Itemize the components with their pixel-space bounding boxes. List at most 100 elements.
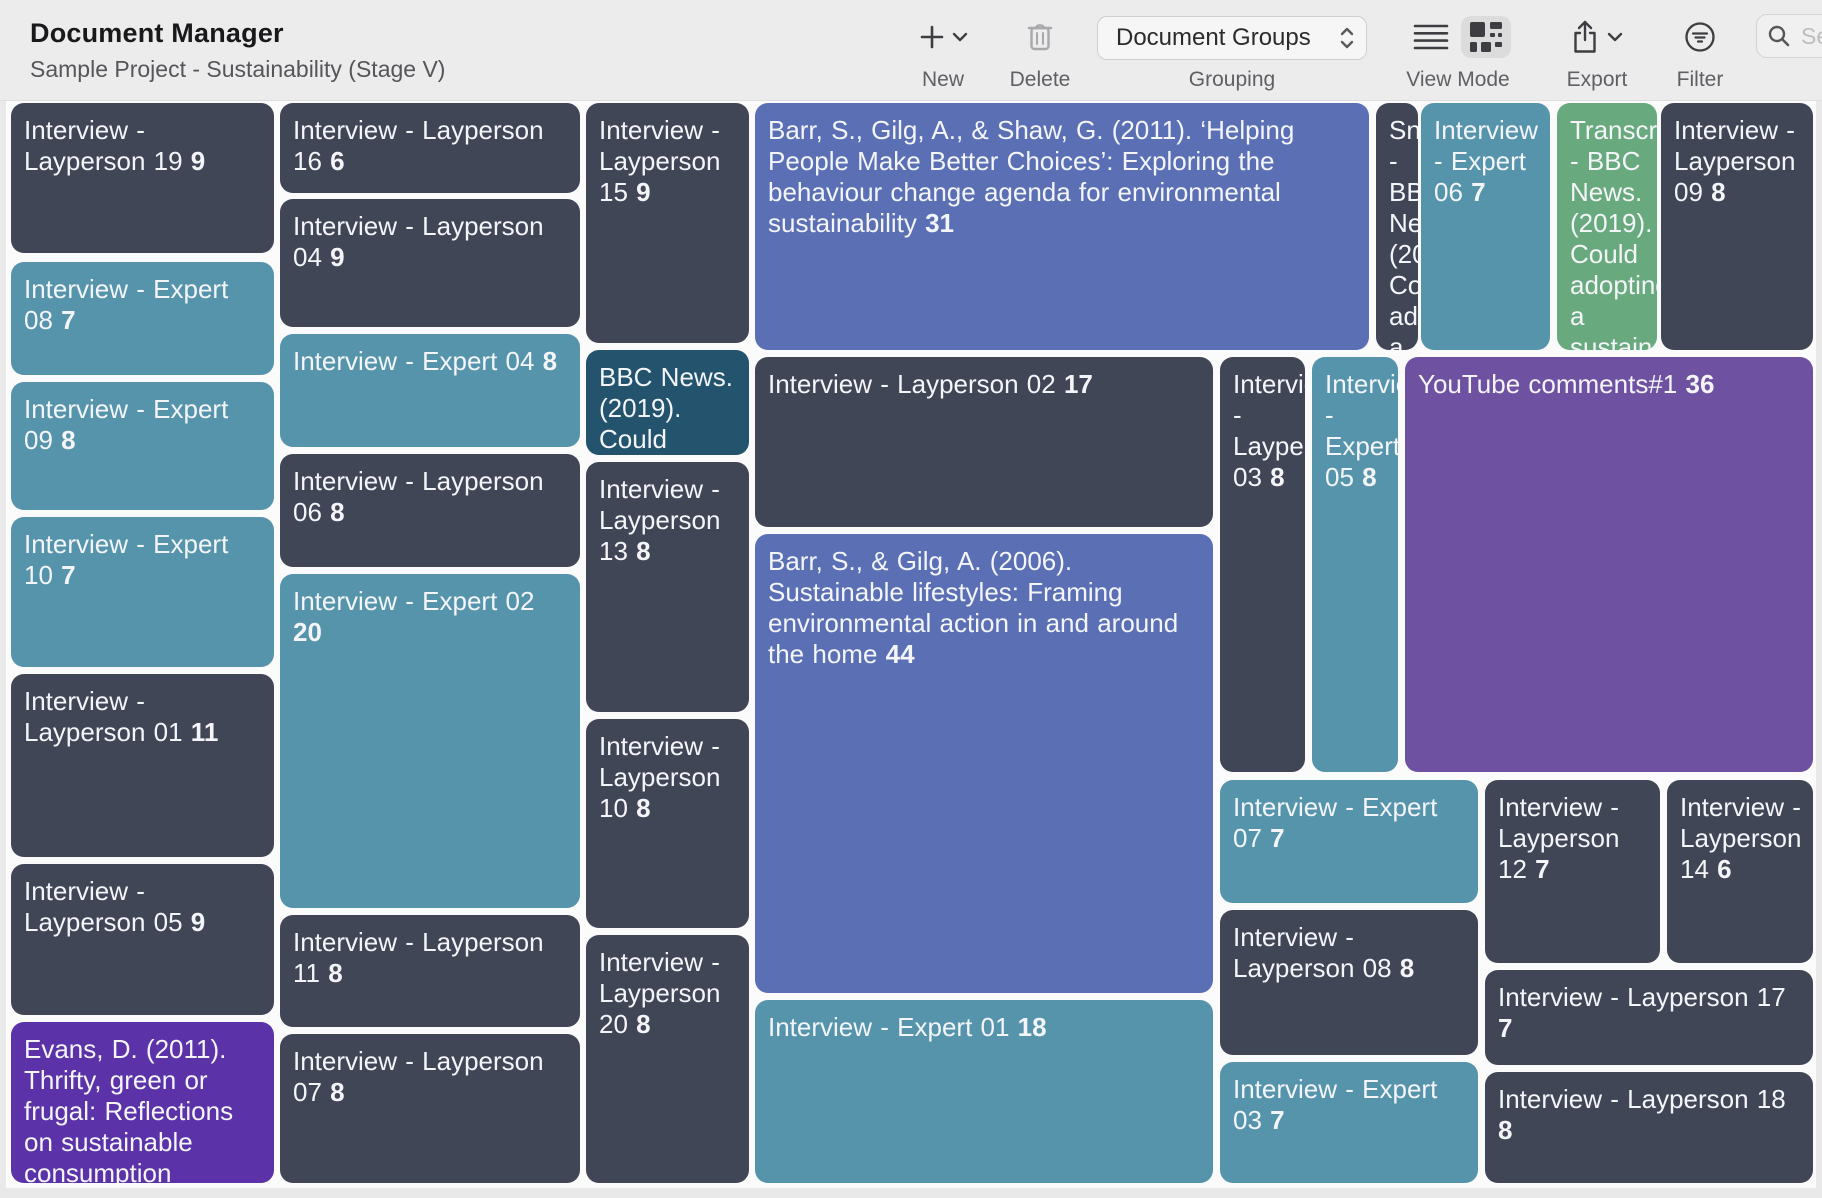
treemap-tile[interactable]: Interview - Expert 05 8 (1312, 357, 1398, 772)
search-box[interactable] (1756, 14, 1822, 58)
treemap-tile[interactable]: Interview - Expert 01 18 (755, 1000, 1213, 1183)
tile-count: 7 (1270, 823, 1284, 853)
tile-count: 9 (330, 242, 344, 272)
treemap-tile[interactable]: Interview - Layperson 16 6 (280, 103, 580, 193)
treemap-tile[interactable]: Interview - Layperson 20 8 (586, 935, 749, 1183)
tile-title: Snapshot - BBC News. (2019). Could adopt… (1389, 115, 1418, 350)
treemap-tile[interactable]: Interview - Layperson 08 8 (1220, 910, 1478, 1055)
grouping-label: Grouping (1097, 68, 1367, 92)
document-treemap: Interview - Layperson 19 9Interview - Ex… (0, 0, 1822, 1198)
tile-count: 8 (636, 1009, 650, 1039)
treemap-icon (1469, 21, 1503, 53)
page-subtitle: Sample Project - Sustainability (Stage V… (30, 56, 445, 83)
chevron-down-icon (1607, 31, 1623, 43)
treemap-tile[interactable]: Interview - Layperson 12 7 (1485, 780, 1660, 963)
plus-icon (918, 23, 946, 51)
treemap-tile[interactable]: Interview - Layperson 07 8 (280, 1034, 580, 1183)
export-group: Export (1552, 0, 1642, 100)
treemap-tile[interactable]: Interview - Layperson 09 8 (1661, 103, 1813, 350)
tile-count: 8 (636, 793, 650, 823)
delete-group: Delete (998, 0, 1082, 100)
export-button[interactable] (1563, 15, 1631, 59)
treemap-tile[interactable]: Interview - Layperson 14 6 (1667, 780, 1813, 963)
treemap-tile[interactable]: Snapshot - BBC News. (2019). Could adopt… (1376, 103, 1418, 350)
tile-count: 8 (1498, 1115, 1512, 1145)
delete-button[interactable] (1017, 16, 1063, 58)
new-group: New (898, 0, 988, 100)
tile-title: Evans, D. (2011). Thrifty, green or frug… (24, 1034, 233, 1183)
treemap-tile[interactable]: Evans, D. (2011). Thrifty, green or frug… (11, 1022, 274, 1183)
page-title: Document Manager (30, 18, 445, 49)
view-mode-group: View Mode (1385, 0, 1531, 100)
tile-count: 8 (1711, 177, 1725, 207)
tile-count: 9 (191, 907, 205, 937)
tile-title: Interview - Layperson 17 (1498, 982, 1786, 1012)
treemap-tile[interactable]: Interview - Layperson 03 8 (1220, 357, 1305, 772)
tile-title: Interview - Layperson 10 (599, 731, 720, 823)
filter-button[interactable] (1676, 16, 1724, 58)
tile-title: Interview - Expert 06 (1434, 115, 1538, 207)
tile-title: Interview - Expert 08 (24, 274, 228, 335)
treemap-tile[interactable]: Interview - Expert 04 8 (280, 334, 580, 447)
tile-count: 9 (191, 146, 205, 176)
search-input[interactable] (1799, 22, 1822, 51)
treemap-tile[interactable]: Interview - Expert 06 7 (1421, 103, 1550, 350)
treemap-tile[interactable]: Interview - Layperson 10 8 (586, 719, 749, 928)
new-button[interactable] (910, 18, 976, 56)
treemap-tile[interactable]: Interview - Layperson 01 11 (11, 674, 274, 857)
treemap-tile[interactable]: Interview - Layperson 15 9 (586, 103, 749, 343)
tile-count: 20 (293, 617, 322, 647)
tile-count: 8 (330, 1077, 344, 1107)
treemap-tile[interactable]: Interview - Expert 02 20 (280, 574, 580, 908)
tile-title: Interview - Layperson 01 (24, 686, 183, 747)
share-icon (1571, 20, 1599, 54)
treemap-tile[interactable]: Barr, S., & Gilg, A. (2006). Sustainable… (755, 534, 1213, 993)
tile-count: 7 (1270, 1105, 1284, 1135)
tile-count: 7 (1498, 1013, 1512, 1043)
treemap-tile[interactable]: Interview - Layperson 02 17 (755, 357, 1213, 527)
tile-title: Interview - Expert 04 (293, 346, 534, 376)
tile-title: Interview - Layperson 02 (768, 369, 1056, 399)
tile-title: Interview - Layperson 13 (599, 474, 720, 566)
list-view-button[interactable] (1405, 17, 1457, 57)
tile-title: Interview - Layperson 08 (1233, 922, 1392, 983)
treemap-tile[interactable]: Interview - Expert 07 7 (1220, 780, 1478, 903)
treemap-tile[interactable]: Interview - Layperson 17 7 (1485, 970, 1813, 1065)
treemap-tile[interactable]: Interview - Expert 08 7 (11, 262, 274, 375)
treemap-tile[interactable]: Interview - Expert 10 7 (11, 517, 274, 667)
filter-icon (1684, 21, 1716, 53)
treemap-tile[interactable]: BBC News. (2019). Could adopting a susta… (586, 350, 749, 455)
treemap-tile[interactable]: Interview - Layperson 19 9 (11, 103, 274, 253)
treemap-tile[interactable]: Interview - Expert 09 8 (11, 382, 274, 510)
treemap-tile[interactable]: Transcript - BBC News. (2019). Could ado… (1557, 103, 1657, 350)
treemap-view-button[interactable] (1461, 16, 1511, 58)
tile-title: Transcript - BBC News. (2019). Could ado… (1570, 115, 1657, 350)
search-icon (1767, 24, 1791, 48)
tile-title: Interview - Layperson 15 (599, 115, 720, 207)
tile-count: 7 (61, 305, 75, 335)
treemap-tile[interactable]: Interview - Layperson 11 8 (280, 915, 580, 1027)
tile-count: 7 (1471, 177, 1485, 207)
tile-title: Interview - Expert 02 (293, 586, 534, 616)
grouping-group: Grouping (1097, 0, 1367, 100)
view-mode-label: View Mode (1385, 68, 1531, 92)
chevron-down-icon (952, 31, 968, 43)
treemap-tile[interactable]: Interview - Layperson 06 8 (280, 454, 580, 567)
tile-title: Barr, S., Gilg, A., & Shaw, G. (2011). ‘… (768, 115, 1294, 238)
tile-count: 7 (61, 560, 75, 590)
header-toolbar: Document Manager Sample Project - Sustai… (0, 0, 1822, 101)
treemap-tile[interactable]: Barr, S., Gilg, A., & Shaw, G. (2011). ‘… (755, 103, 1369, 350)
tile-title: Barr, S., & Gilg, A. (2006). Sustainable… (768, 546, 1178, 669)
tile-title: Interview - Layperson 09 (1674, 115, 1795, 207)
treemap-tile[interactable]: Interview - Layperson 18 8 (1485, 1072, 1813, 1183)
treemap-tile[interactable]: Interview - Layperson 13 8 (586, 462, 749, 712)
tile-count: 8 (543, 346, 557, 376)
treemap-tile[interactable]: YouTube comments#1 36 (1405, 357, 1813, 772)
treemap-tile[interactable]: Interview - Layperson 05 9 (11, 864, 274, 1015)
treemap-tile[interactable]: Interview - Layperson 04 9 (280, 199, 580, 327)
tile-title: Interview - Expert 01 (768, 1012, 1009, 1042)
list-icon (1413, 22, 1449, 52)
treemap-tile[interactable]: Interview - Expert 03 7 (1220, 1062, 1478, 1183)
tile-count: 8 (330, 497, 344, 527)
tile-title: Interview - Layperson 20 (599, 947, 720, 1039)
